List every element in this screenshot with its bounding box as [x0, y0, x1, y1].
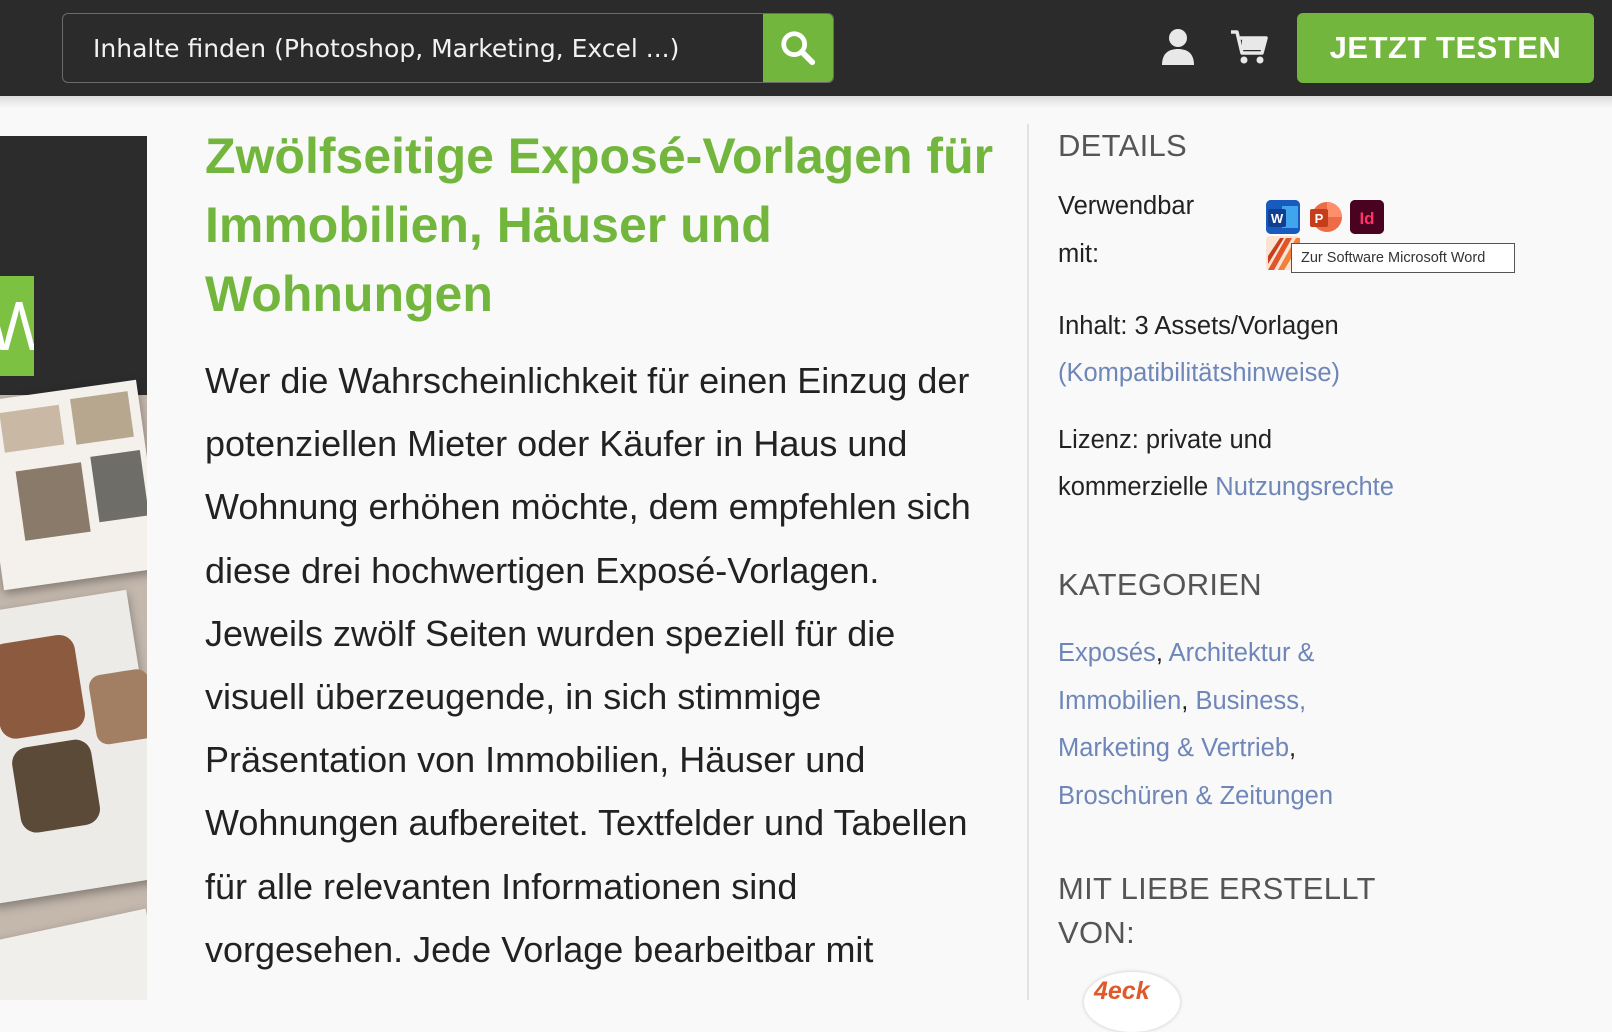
user-icon — [1162, 29, 1194, 65]
author-logo-text: 4eck — [1094, 977, 1150, 1005]
svg-text:W: W — [1271, 211, 1284, 226]
category-link-exposes[interactable]: Exposés — [1058, 639, 1156, 667]
cart-icon — [1231, 30, 1268, 64]
search-box — [62, 13, 834, 83]
svg-text:P: P — [1315, 211, 1324, 226]
product-preview-image[interactable]: W — [0, 136, 147, 1000]
license-text: kommerzielle — [1058, 473, 1209, 501]
product-description: Wer die Wahrscheinlichkeit für einen Ein… — [205, 360, 971, 970]
preview-page-3 — [0, 908, 147, 1000]
powerpoint-glyph-icon: P — [1310, 202, 1342, 232]
header-shadow — [0, 96, 1612, 108]
product-title: Zwölfseitige Exposé-Vorlagen für Immobil… — [205, 128, 994, 322]
preview-green-tab: W — [0, 276, 34, 376]
indesign-glyph-icon: Id — [1350, 200, 1384, 234]
powerpoint-icon[interactable]: P — [1308, 200, 1342, 234]
search-button[interactable] — [763, 14, 833, 82]
svg-text:Id: Id — [1359, 209, 1374, 228]
top-bar: JETZT TESTEN — [0, 0, 1612, 96]
usable-with-label: Verwendbar — [1058, 192, 1195, 220]
cart-button[interactable] — [1224, 22, 1274, 72]
preview-page-1 — [0, 379, 147, 591]
license-info-2: kommerzielle Nutzungsrechte — [1058, 473, 1394, 502]
word-icon[interactable]: W — [1266, 200, 1300, 234]
word-glyph-icon: W — [1266, 200, 1300, 234]
category-link-brochures[interactable]: Broschüren & Zeitungen — [1058, 782, 1333, 810]
usage-rights-link[interactable]: Nutzungsrechte — [1215, 473, 1394, 501]
content-info: Inhalt: 3 Assets/Vorlagen — [1058, 312, 1339, 340]
try-now-button[interactable]: JETZT TESTEN — [1297, 13, 1594, 83]
preview-page-2 — [0, 589, 147, 905]
categories-heading: KATEGORIEN — [1058, 567, 1262, 602]
license-info: Lizenz: private und — [1058, 426, 1273, 454]
details-heading: DETAILS — [1058, 128, 1188, 163]
indesign-icon[interactable]: Id — [1350, 200, 1384, 234]
account-button[interactable] — [1153, 22, 1203, 72]
search-icon — [781, 31, 816, 66]
category-list: Exposés, Architektur & Immobilien, Busin… — [1058, 639, 1333, 810]
author-logo[interactable]: 4eck — [1084, 972, 1180, 1032]
search-input[interactable] — [63, 14, 753, 82]
column-divider — [1027, 124, 1029, 1000]
author-heading: MIT LIEBE ERSTELLT — [1058, 871, 1376, 906]
usable-with-label-2: mit: — [1058, 240, 1100, 268]
compatibility-link[interactable]: (Kompatibilitätshinweise) — [1058, 359, 1340, 388]
author-heading-2: VON: — [1058, 915, 1135, 950]
software-tooltip: Zur Software Microsoft Word — [1291, 243, 1515, 273]
